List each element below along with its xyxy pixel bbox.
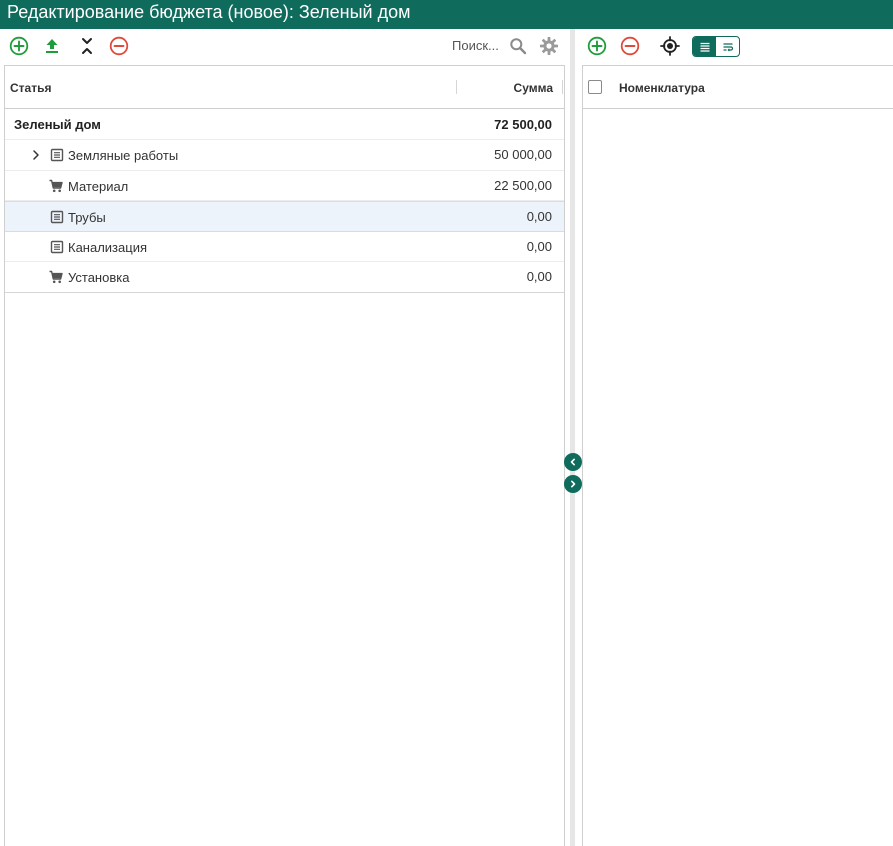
row-sum: 0,00 [526,238,552,254]
upload-button[interactable] [41,35,63,57]
search-input[interactable]: Поиск... [452,38,499,53]
add-article-button[interactable] [8,35,30,57]
table-row[interactable]: Земляные работы 50 000,00 [5,140,564,171]
row-sum: 0,00 [526,209,552,224]
search-button[interactable] [507,35,529,57]
column-header-sum[interactable]: Сумма [514,81,553,95]
row-label: Зеленый дом [14,117,101,132]
document-icon [50,240,64,253]
remove-item-button[interactable] [619,35,641,57]
document-icon [50,148,64,162]
nomenclature-table: Номенклатура [582,65,893,846]
collapse-right-button[interactable] [564,475,582,493]
table-row[interactable]: Материал 22 500,00 [5,171,564,201]
select-all-checkbox[interactable] [588,80,602,94]
column-header-article[interactable]: Статья [10,81,51,95]
row-sum: 0,00 [526,269,552,284]
window-title: Редактирование бюджета (новое): Зеленый … [7,2,411,22]
gear-icon [540,37,558,55]
plus-circle-icon [9,36,29,56]
window-title-bar: Редактирование бюджета (новое): Зеленый … [0,0,893,29]
row-label: Материал [68,178,129,194]
row-sum: 50 000,00 [494,147,552,162]
row-sum: 72 500,00 [494,117,552,132]
table-row[interactable]: Зеленый дом 72 500,00 [5,109,564,140]
add-item-button[interactable] [586,35,608,57]
upload-icon [46,39,58,53]
table-row-selected[interactable]: Трубы 0,00 [5,201,564,232]
search-icon [510,38,527,55]
minus-circle-icon [620,36,640,56]
column-header-nomenclature[interactable]: Номенклатура [619,81,705,95]
collapse-left-button[interactable] [564,453,582,471]
table-row[interactable]: Канализация 0,00 [5,232,564,262]
wrap-view-icon [723,42,733,52]
table-header: Статья Сумма [5,66,564,109]
row-label: Земляные работы [68,148,179,163]
table-header: Номенклатура [583,66,893,109]
column-resizer[interactable] [456,80,457,94]
collapse-all-button[interactable] [76,35,98,57]
cart-icon [49,270,63,284]
budget-articles-table: Статья Сумма Зеленый дом 72 500,00 Земля… [4,65,565,846]
settings-button[interactable] [538,35,560,57]
column-resizer[interactable] [562,80,563,94]
list-view-button[interactable] [693,37,716,56]
crosshair-icon [660,36,680,56]
row-label: Установка [68,270,130,285]
row-sum: 22 500,00 [494,177,552,193]
right-toolbar [582,29,893,65]
chevron-right-icon [571,480,576,488]
left-toolbar: Поиск... [0,29,564,65]
locate-button[interactable] [659,35,681,57]
list-view-icon [700,42,709,52]
view-mode-toggle[interactable] [692,36,740,57]
chevron-right-icon[interactable] [31,149,41,161]
cart-icon [49,179,63,192]
pane-splitter[interactable] [570,29,575,846]
row-label: Канализация [68,239,147,255]
collapse-all-icon [82,38,92,54]
table-row[interactable]: Установка 0,00 [5,262,564,293]
wrap-view-button[interactable] [716,37,739,56]
remove-article-button[interactable] [108,35,130,57]
minus-circle-icon [109,36,129,56]
document-icon [50,210,64,224]
plus-circle-icon [587,36,607,56]
chevron-left-icon [570,458,575,466]
row-label: Трубы [68,210,106,225]
